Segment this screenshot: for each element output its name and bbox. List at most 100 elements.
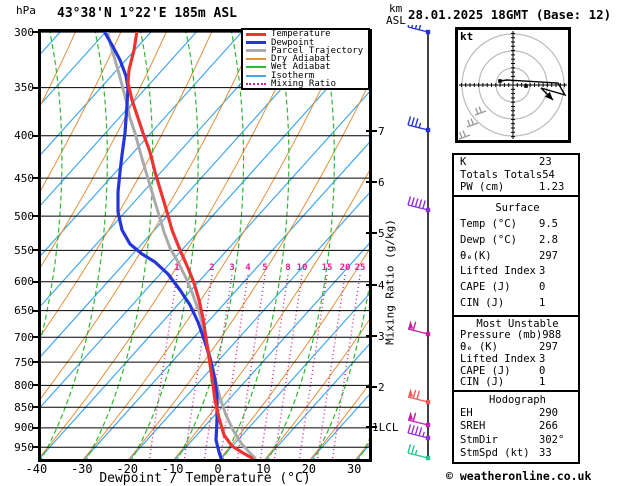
mixing-ratio-value-label: 3: [229, 263, 234, 273]
isotherm-lines: [0, 28, 629, 463]
table-row-value: 3: [539, 265, 546, 278]
temperature-axis-label: Dewpoint / Temperature (°C): [99, 471, 311, 486]
pressure-tick-label: 600: [14, 275, 34, 289]
legend-box: Temperature Dewpoint Parcel Trajectory Dry …: [241, 28, 370, 90]
table-row-label: CAPE (J): [460, 281, 511, 294]
table-row: Dewp (°C) 2.8: [460, 233, 575, 246]
table-row-value: 33: [539, 446, 552, 459]
table-row-label: θₑ(K): [460, 249, 492, 262]
wind-barb: [407, 25, 431, 35]
pressure-tick-label: 700: [14, 330, 34, 344]
table-row-label: K: [460, 156, 467, 169]
pressure-tick-label: 300: [14, 25, 34, 39]
legend-swatch: [246, 32, 266, 36]
lcl-label: 1LCL: [372, 421, 399, 434]
hodograph: [455, 27, 571, 143]
pressure-tick-label: 350: [14, 81, 34, 95]
legend-label: Mixing Ratio: [271, 78, 337, 89]
table-row-label: Temp (°C): [460, 217, 517, 230]
table-row-value: 2.8: [539, 233, 558, 246]
km-tick-label: 6: [378, 176, 385, 189]
pressure-tick-label: 550: [14, 243, 34, 257]
mixing-ratio-value-label: 4: [245, 263, 251, 273]
table-row-label: StmSpd (kt): [460, 446, 530, 459]
table-row-value: 9.5: [539, 217, 558, 230]
wind-barb: [407, 388, 431, 405]
mixing-ratio-value-label: 2: [209, 263, 214, 273]
pressure-tick-label: 650: [14, 304, 34, 318]
table-row: Totals Totals 54: [460, 169, 575, 181]
km-tick: [366, 232, 377, 234]
legend-swatch: [246, 49, 266, 53]
pressure-tick: [32, 215, 39, 218]
table-row: Lifted Index 3: [460, 352, 575, 365]
pressure-tick: [32, 31, 39, 34]
mixing-ratio-value-label: 10: [297, 263, 308, 273]
table-section-title: Most Unstable: [476, 317, 559, 330]
table-section: K 23 Totals Totals 54 PW (cm) 1.23: [452, 153, 580, 197]
valid-datetime: 28.01.2025 18GMT (Base: 12): [408, 7, 612, 22]
table-row-value: 297: [539, 249, 558, 262]
pressure-tick-label: 450: [14, 171, 34, 185]
pressure-tick: [32, 446, 39, 449]
pressure-tick: [32, 336, 39, 339]
table-row-value: 297: [539, 341, 558, 354]
legend-item: Mixing Ratio: [246, 78, 368, 89]
hodograph-unit-label: kt: [460, 30, 474, 43]
pressure-tick-label: 750: [14, 355, 34, 369]
pressure-tick: [32, 309, 39, 312]
table-row-label: Pressure (mb): [460, 329, 543, 342]
table-row: PW (cm) 1.23: [460, 180, 575, 193]
table-row: EH 290: [460, 408, 575, 419]
table-row: Pressure (mb) 988: [460, 330, 575, 341]
station-title: 43°38'N 1°22'E 185m ASL: [57, 6, 238, 21]
pressure-tick: [32, 384, 39, 387]
table-row-value: 988: [542, 329, 562, 342]
table-row: θₑ (K) 297: [460, 342, 575, 353]
wind-barb: [407, 444, 431, 461]
pressure-tick-label: 900: [14, 421, 34, 435]
pressure-tick: [32, 280, 39, 283]
legend-swatch: [246, 41, 266, 44]
table-row: CAPE (J) 0: [460, 364, 575, 377]
pressure-tick: [32, 177, 39, 180]
table-row-value: 290: [539, 407, 558, 420]
mixing-ratio-value-label: 5: [262, 263, 267, 273]
pressure-tick-label: 850: [14, 400, 34, 414]
pressure-tick: [32, 249, 39, 252]
table-row-label: SREH: [460, 420, 486, 433]
table-row-value: 266: [539, 420, 558, 433]
table-row-value: 1: [539, 297, 546, 310]
table-row: CIN (J) 1: [460, 377, 575, 388]
km-tick: [366, 335, 377, 337]
km-tick: [366, 181, 377, 183]
table-row: Temp (°C) 9.5: [460, 217, 575, 230]
table-row-label: θₑ (K): [460, 341, 498, 354]
table-row-value: 0: [539, 364, 546, 377]
km-tick-label: 7: [378, 125, 385, 138]
sounding-screenshot: hPa 43°38'N 1°22'E 185m ASL km ASL 28.01…: [0, 0, 629, 486]
table-row-value: 1.23: [539, 180, 565, 193]
table-section: Hodograph EH 290 SREH 266 StmDir 302° StmSpd (k…: [452, 390, 580, 464]
table-row-label: Dewp (°C): [460, 233, 517, 246]
pressure-tick-label: 800: [14, 378, 34, 392]
pressure-unit-label: hPa: [16, 4, 36, 17]
mixing-ratio-value-label: 15: [322, 263, 333, 273]
table-row-value: 23: [539, 156, 552, 169]
km-tick: [366, 130, 377, 132]
pressure-tick: [32, 406, 39, 409]
km-tick: [366, 386, 377, 388]
mixing-ratio-value-label: 25: [355, 263, 366, 273]
table-row-label: Lifted Index: [460, 265, 536, 278]
table-row: K 23: [460, 157, 575, 168]
table-section: Most Unstable Pressure (mb) 988 θₑ (K) 297 Li…: [452, 315, 580, 392]
wind-barb: [407, 196, 431, 213]
pressure-tick-label: 400: [14, 129, 34, 143]
pressure-tick-label: 950: [14, 440, 34, 454]
table-row-value: 302°: [539, 433, 565, 446]
table-row-label: PW (cm): [460, 180, 505, 193]
pressure-tick-label: 500: [14, 209, 34, 223]
wind-barb: [407, 116, 431, 133]
table-row-label: Lifted Index: [460, 352, 536, 365]
table-row-label: CAPE (J): [460, 364, 511, 377]
